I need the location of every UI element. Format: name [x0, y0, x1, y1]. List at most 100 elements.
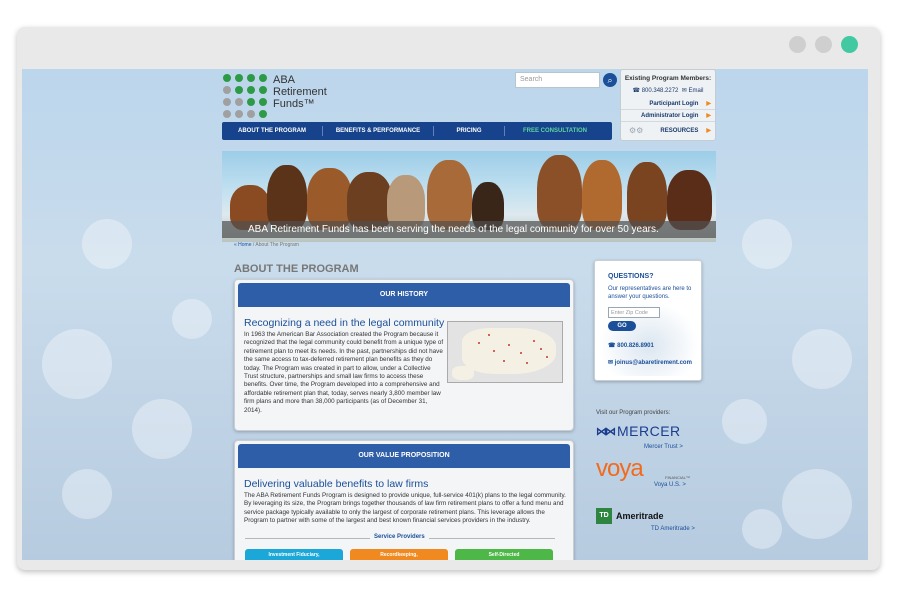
window-dot[interactable]	[789, 36, 806, 53]
voya-sub: FINANCIAL™	[665, 475, 690, 480]
bokeh-circle	[742, 509, 782, 549]
phone-icon: ☎	[608, 343, 616, 349]
horse-image	[537, 155, 582, 230]
bokeh-circle	[722, 399, 767, 444]
map-pin	[520, 352, 522, 354]
main-nav: ABOUT THE PROGRAM BENEFITS & PERFORMANCE…	[222, 122, 612, 140]
value-panel: OUR VALUE PROPOSITION Delivering valuabl…	[234, 440, 574, 560]
website: ABA Retirement Funds™ Search ⌕ Existing …	[220, 69, 716, 560]
bokeh-circle	[62, 469, 112, 519]
members-title: Existing Program Members:	[624, 75, 712, 82]
horse-image	[627, 162, 667, 230]
breadcrumb-home[interactable]: « Home	[234, 242, 252, 248]
questions-title: QUESTIONS?	[608, 273, 654, 280]
search-input[interactable]: Search	[515, 72, 600, 88]
map-alaska	[452, 366, 474, 380]
nav-pricing[interactable]: PRICING	[434, 128, 504, 134]
hero-caption: ABA Retirement Funds has been serving th…	[222, 221, 716, 238]
map-pin	[493, 350, 495, 352]
map-pin	[478, 342, 480, 344]
history-header: OUR HISTORY	[238, 283, 570, 307]
map-land	[462, 328, 556, 374]
td-logo-text: Ameritrade	[616, 511, 664, 521]
arrow-right-icon: ▶	[706, 101, 711, 107]
map-pin	[508, 344, 510, 346]
bokeh-circle	[132, 399, 192, 459]
td-ameritrade-link[interactable]: TD Ameritrade >	[651, 526, 695, 532]
map-pin	[533, 340, 535, 342]
members-box: Existing Program Members: ☎ 800.348.2272…	[620, 69, 716, 141]
investment-fiduciary-tab[interactable]: Investment Fiduciary,	[245, 549, 343, 560]
value-title: Delivering valuable benefits to law firm…	[244, 478, 429, 490]
resources-label: RESOURCES	[660, 128, 699, 134]
members-contact: ☎ 800.348.2272 ✉ Email	[621, 87, 715, 94]
phone-icon: ☎	[632, 88, 641, 94]
voya-link[interactable]: Voya U.S. >	[654, 482, 686, 488]
bokeh-circle	[742, 219, 792, 269]
bokeh-circle	[792, 329, 852, 389]
logo-line: ABA	[273, 74, 296, 86]
td-ameritrade-logo[interactable]: TD Ameritrade	[596, 508, 664, 524]
service-providers-label: Service Providers	[370, 534, 429, 540]
service-providers: Service Providers Investment Fiduciary, …	[245, 534, 555, 560]
mercer-logo[interactable]: ⋈⋈ MERCER	[596, 423, 681, 439]
horse-image	[427, 160, 472, 230]
mercer-mark-icon: ⋈⋈	[596, 425, 616, 438]
aba-logo[interactable]: ABA Retirement Funds™	[223, 74, 327, 118]
arrow-right-icon: ▶	[706, 113, 711, 119]
gears-icon: ⚙⚙	[629, 126, 644, 135]
bokeh-circle	[782, 469, 852, 539]
breadcrumb-current: About The Program	[255, 242, 299, 248]
recordkeeping-tab[interactable]: Recordkeeping,	[350, 549, 448, 560]
mercer-link[interactable]: Mercer Trust >	[644, 444, 683, 450]
search-icon[interactable]: ⌕	[603, 73, 617, 87]
map-pin	[546, 356, 548, 358]
map-pin	[540, 348, 542, 350]
window-dot[interactable]	[815, 36, 832, 53]
bokeh-circle	[172, 299, 212, 339]
resources-link[interactable]: RESOURCES ▶	[660, 127, 711, 134]
history-panel: OUR HISTORY Recognizing a need in the le…	[234, 279, 574, 431]
questions-email-address: joinus@abaretirement.com	[614, 360, 692, 366]
hero-banner: ABA Retirement Funds has been serving th…	[222, 151, 716, 242]
usa-map-image	[447, 321, 563, 383]
breadcrumb: « Home / About The Program	[234, 242, 299, 248]
nav-benefits[interactable]: BENEFITS & PERFORMANCE	[323, 128, 433, 134]
questions-phone-number: 800.826.8901	[617, 343, 654, 349]
nav-about[interactable]: ABOUT THE PROGRAM	[222, 128, 322, 134]
map-pin	[526, 362, 528, 364]
logo-text: ABA Retirement Funds™	[273, 74, 327, 110]
self-directed-tab[interactable]: Self-Directed	[455, 549, 553, 560]
mail-icon: ✉	[681, 88, 687, 94]
questions-email[interactable]: ✉ joinus@abaretirement.com	[608, 359, 692, 366]
administrator-login-label: Administrator Login	[641, 112, 699, 119]
bokeh-circle	[82, 219, 132, 269]
zip-code-input[interactable]: Enter Zip Code	[608, 307, 660, 318]
horse-image	[582, 160, 622, 230]
window-dot-active[interactable]	[841, 36, 858, 53]
administrator-login-link[interactable]: Administrator Login ▶	[621, 110, 715, 122]
questions-box: QUESTIONS? Our representatives are here …	[594, 260, 702, 381]
logo-line: Funds™	[273, 98, 315, 110]
nav-free-consultation[interactable]: FREE CONSULTATION	[505, 128, 605, 134]
value-header: OUR VALUE PROPOSITION	[238, 444, 570, 468]
browser-window: ABA Retirement Funds™ Search ⌕ Existing …	[17, 27, 880, 570]
providers-heading: Visit our Program providers:	[596, 410, 671, 416]
questions-phone[interactable]: ☎ 800.826.8901	[608, 342, 654, 349]
members-email[interactable]: Email	[688, 88, 703, 94]
mail-icon: ✉	[608, 360, 614, 366]
history-body: In 1963 the American Bar Association cre…	[244, 331, 444, 414]
arrow-right-icon: ▶	[706, 128, 711, 134]
map-pin	[488, 334, 490, 336]
window-controls	[789, 36, 858, 53]
participant-login-label: Participant Login	[649, 100, 699, 107]
voya-logo[interactable]: voya	[596, 455, 644, 483]
go-button[interactable]: GO	[608, 321, 636, 331]
participant-login-link[interactable]: Participant Login ▶	[621, 98, 715, 110]
map-pin	[503, 360, 505, 362]
bokeh-circle	[42, 329, 112, 399]
value-body: The ABA Retirement Funds Program is desi…	[244, 492, 566, 525]
members-phone[interactable]: 800.348.2272	[642, 88, 679, 94]
td-logo-box: TD	[596, 508, 612, 524]
logo-dots-icon	[223, 74, 267, 118]
